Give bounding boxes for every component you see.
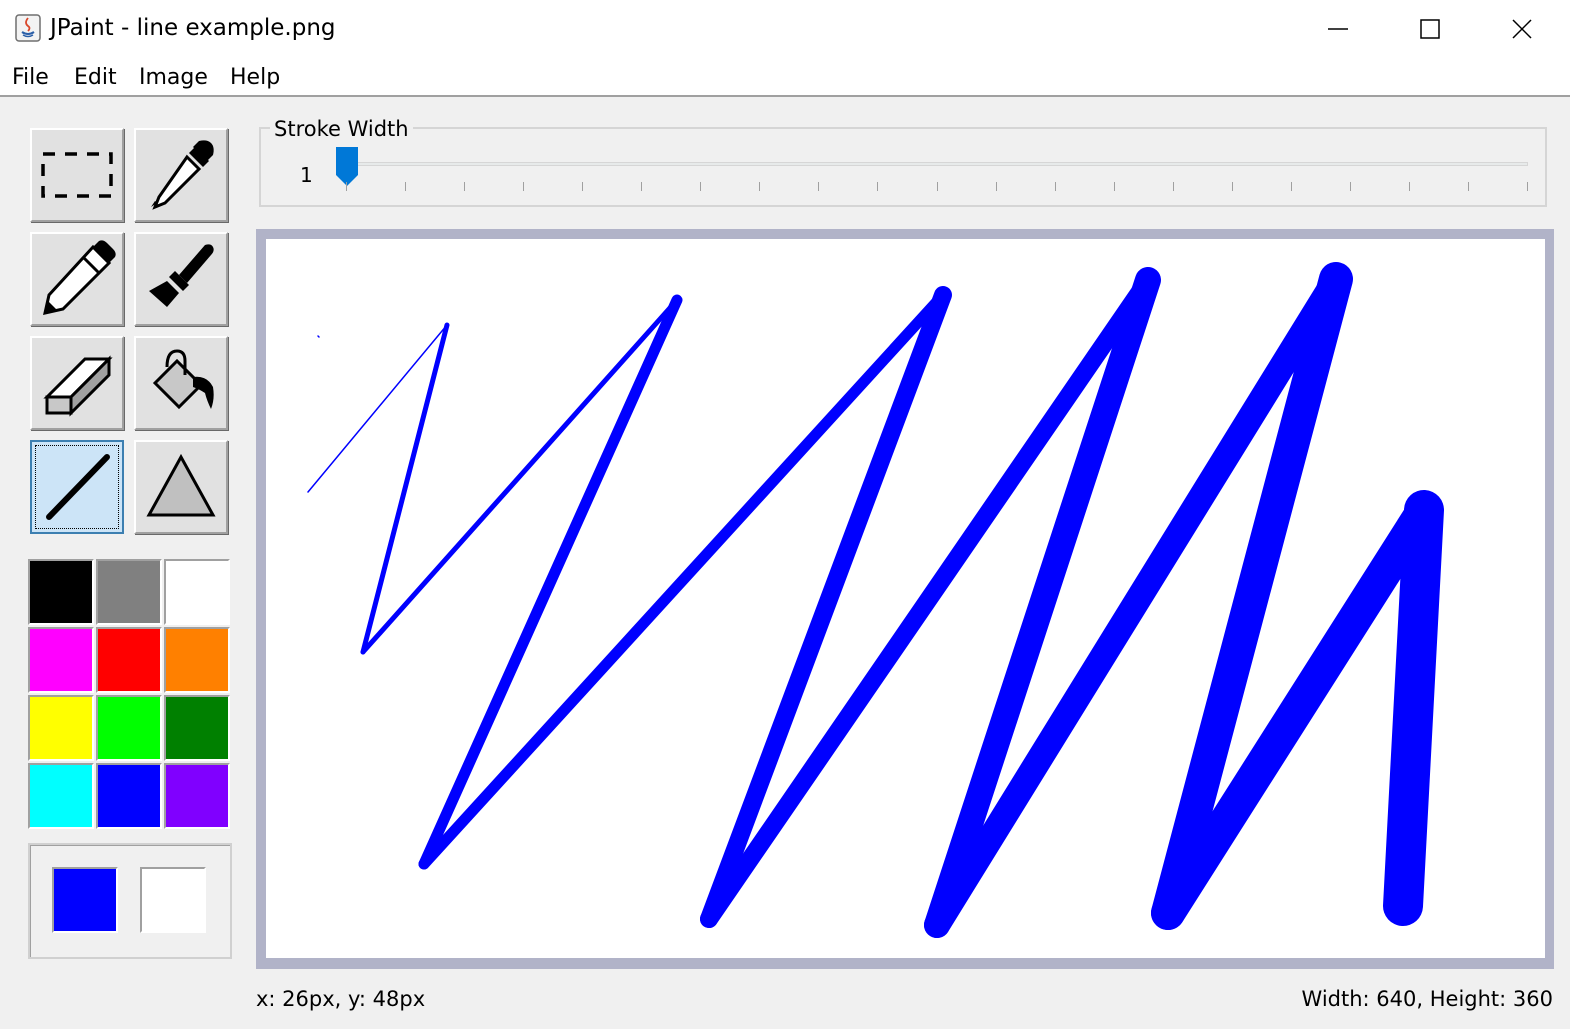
slider-tick bbox=[641, 182, 643, 191]
java-app-icon bbox=[15, 14, 41, 42]
fill-tool-button[interactable] bbox=[134, 336, 228, 430]
drawn-line bbox=[924, 267, 1161, 938]
menu-image[interactable]: Image bbox=[139, 63, 208, 93]
slider-tick bbox=[405, 182, 407, 191]
canvas-drawing bbox=[307, 262, 1444, 938]
menu-edit[interactable]: Edit bbox=[74, 63, 117, 93]
maximize-icon bbox=[1420, 18, 1440, 39]
maximize-button[interactable] bbox=[1384, 0, 1476, 57]
swatch-green[interactable] bbox=[164, 695, 230, 761]
line-icon bbox=[46, 454, 110, 520]
stroke-width-group bbox=[259, 127, 1547, 207]
minimize-icon bbox=[1328, 27, 1348, 30]
shape-tool-button[interactable] bbox=[134, 440, 228, 534]
slider-tick bbox=[700, 182, 702, 191]
color-palette bbox=[28, 559, 232, 831]
swatch-lime[interactable] bbox=[96, 695, 162, 761]
menu-file[interactable]: File bbox=[12, 63, 49, 93]
drawing-canvas[interactable] bbox=[266, 239, 1545, 958]
swatch-magenta[interactable] bbox=[28, 627, 94, 693]
slider-tick bbox=[877, 182, 879, 191]
close-icon bbox=[1512, 18, 1532, 39]
slider-tick bbox=[1231, 182, 1233, 191]
swatch-blue[interactable] bbox=[96, 763, 162, 829]
stroke-width-slider-thumb[interactable] bbox=[335, 146, 359, 192]
slider-tick bbox=[1172, 182, 1174, 191]
paintbrush-icon bbox=[149, 244, 214, 307]
slider-tick bbox=[1467, 182, 1469, 191]
stroke-width-slider-track[interactable] bbox=[346, 162, 1528, 166]
line-tool-button[interactable] bbox=[30, 440, 124, 534]
select-tool-button[interactable] bbox=[30, 128, 124, 222]
cursor-position: x: 26px, y: 48px bbox=[256, 987, 426, 1011]
swatch-yellow[interactable] bbox=[28, 695, 94, 761]
drawn-line bbox=[418, 289, 949, 870]
secondary-color-swatch[interactable] bbox=[140, 867, 206, 933]
drawn-line bbox=[700, 271, 1157, 928]
eraser-tool-button[interactable] bbox=[30, 336, 124, 430]
menu-bar: File Edit Image Help bbox=[0, 57, 1570, 97]
primary-color-swatch[interactable] bbox=[52, 867, 118, 933]
title-bar: JPaint - line example.png bbox=[0, 0, 1570, 57]
paint-bucket-icon bbox=[152, 349, 214, 410]
drawn-line bbox=[700, 286, 952, 928]
slider-tick bbox=[1349, 182, 1351, 191]
brush-tool-button[interactable] bbox=[134, 232, 228, 326]
eyedropper-icon bbox=[151, 140, 214, 210]
slider-tick bbox=[1408, 182, 1410, 191]
dashed-rect-icon bbox=[41, 152, 113, 198]
stroke-width-label: Stroke Width bbox=[270, 115, 413, 143]
swatch-cyan[interactable] bbox=[28, 763, 94, 829]
swatch-gray[interactable] bbox=[96, 559, 162, 625]
slider-tick bbox=[1054, 182, 1056, 191]
slider-tick bbox=[464, 182, 466, 191]
eraser-icon bbox=[43, 355, 113, 417]
slider-tick bbox=[582, 182, 584, 191]
drawn-line bbox=[317, 335, 320, 338]
slider-tick bbox=[346, 182, 347, 191]
slider-tick bbox=[523, 182, 525, 191]
slider-tick bbox=[995, 182, 997, 191]
slider-tick bbox=[759, 182, 761, 191]
slider-tick bbox=[1290, 182, 1292, 191]
slider-tick bbox=[1113, 182, 1115, 191]
current-colors-panel bbox=[28, 843, 232, 959]
close-button[interactable] bbox=[1476, 0, 1568, 57]
eyedropper-tool-button[interactable] bbox=[134, 128, 228, 222]
swatch-white[interactable] bbox=[164, 559, 230, 625]
menu-help[interactable]: Help bbox=[230, 63, 280, 93]
swatch-black[interactable] bbox=[28, 559, 94, 625]
slider-tick bbox=[818, 182, 820, 191]
swatch-red[interactable] bbox=[96, 627, 162, 693]
triangle-icon bbox=[146, 453, 216, 517]
image-size: Width: 640, Height: 360 bbox=[1301, 987, 1553, 1011]
swatch-orange[interactable] bbox=[164, 627, 230, 693]
drawn-line bbox=[1383, 490, 1444, 926]
pencil-icon bbox=[43, 240, 116, 315]
swatch-purple[interactable] bbox=[164, 763, 230, 829]
window-title: JPaint - line example.png bbox=[50, 15, 336, 41]
stroke-width-value: 1 bbox=[300, 163, 313, 187]
slider-tick bbox=[1527, 182, 1528, 191]
drawn-line bbox=[418, 294, 683, 870]
pencil-tool-button[interactable] bbox=[30, 232, 124, 326]
drawn-line bbox=[1151, 262, 1353, 930]
minimize-button[interactable] bbox=[1292, 0, 1384, 57]
drawn-line bbox=[924, 266, 1349, 938]
slider-tick bbox=[936, 182, 938, 191]
